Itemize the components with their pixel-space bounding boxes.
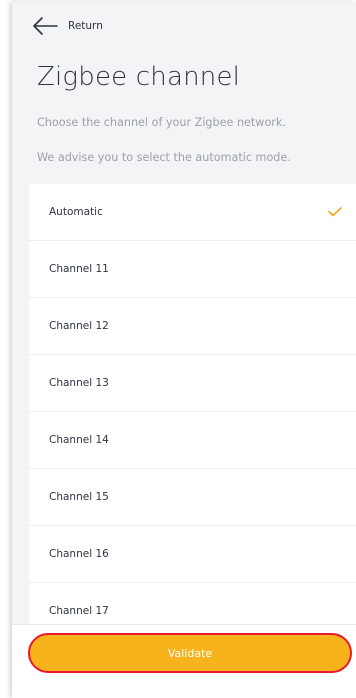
- channel-option-label: Channel 15: [49, 491, 109, 503]
- channel-option-label: Automatic: [49, 206, 103, 218]
- channel-option-label: Channel 17: [49, 605, 109, 617]
- back-label: Return: [68, 20, 103, 32]
- page-hint: We advise you to select the automatic mo…: [37, 151, 291, 164]
- channel-option-11[interactable]: Channel 11: [29, 241, 356, 298]
- app-frame: Return Zigbee channel Choose the channel…: [12, 2, 356, 698]
- channel-option-label: Channel 12: [49, 320, 109, 332]
- channel-option-17[interactable]: Channel 17: [29, 583, 356, 626]
- back-button[interactable]: Return: [12, 2, 356, 50]
- channel-option-13[interactable]: Channel 13: [29, 355, 356, 412]
- channel-option-16[interactable]: Channel 16: [29, 526, 356, 583]
- channel-option-14[interactable]: Channel 14: [29, 412, 356, 469]
- channel-option-label: Channel 11: [49, 263, 109, 275]
- page-subtitle: Choose the channel of your Zigbee networ…: [37, 116, 286, 129]
- validate-button[interactable]: Validate: [28, 633, 352, 673]
- channel-option-automatic[interactable]: Automatic: [29, 184, 356, 241]
- channel-option-12[interactable]: Channel 12: [29, 298, 356, 355]
- footer-bar: Validate: [12, 624, 356, 698]
- channel-option-label: Channel 14: [49, 434, 109, 446]
- channel-list: Automatic Channel 11 Channel 12 Channel …: [29, 184, 356, 626]
- page-title: Zigbee channel: [37, 62, 241, 92]
- channel-option-label: Channel 13: [49, 377, 109, 389]
- channel-option-15[interactable]: Channel 15: [29, 469, 356, 526]
- channel-option-label: Channel 16: [49, 548, 109, 560]
- checkmark-icon: [328, 207, 342, 217]
- arrow-left-icon: [33, 17, 58, 35]
